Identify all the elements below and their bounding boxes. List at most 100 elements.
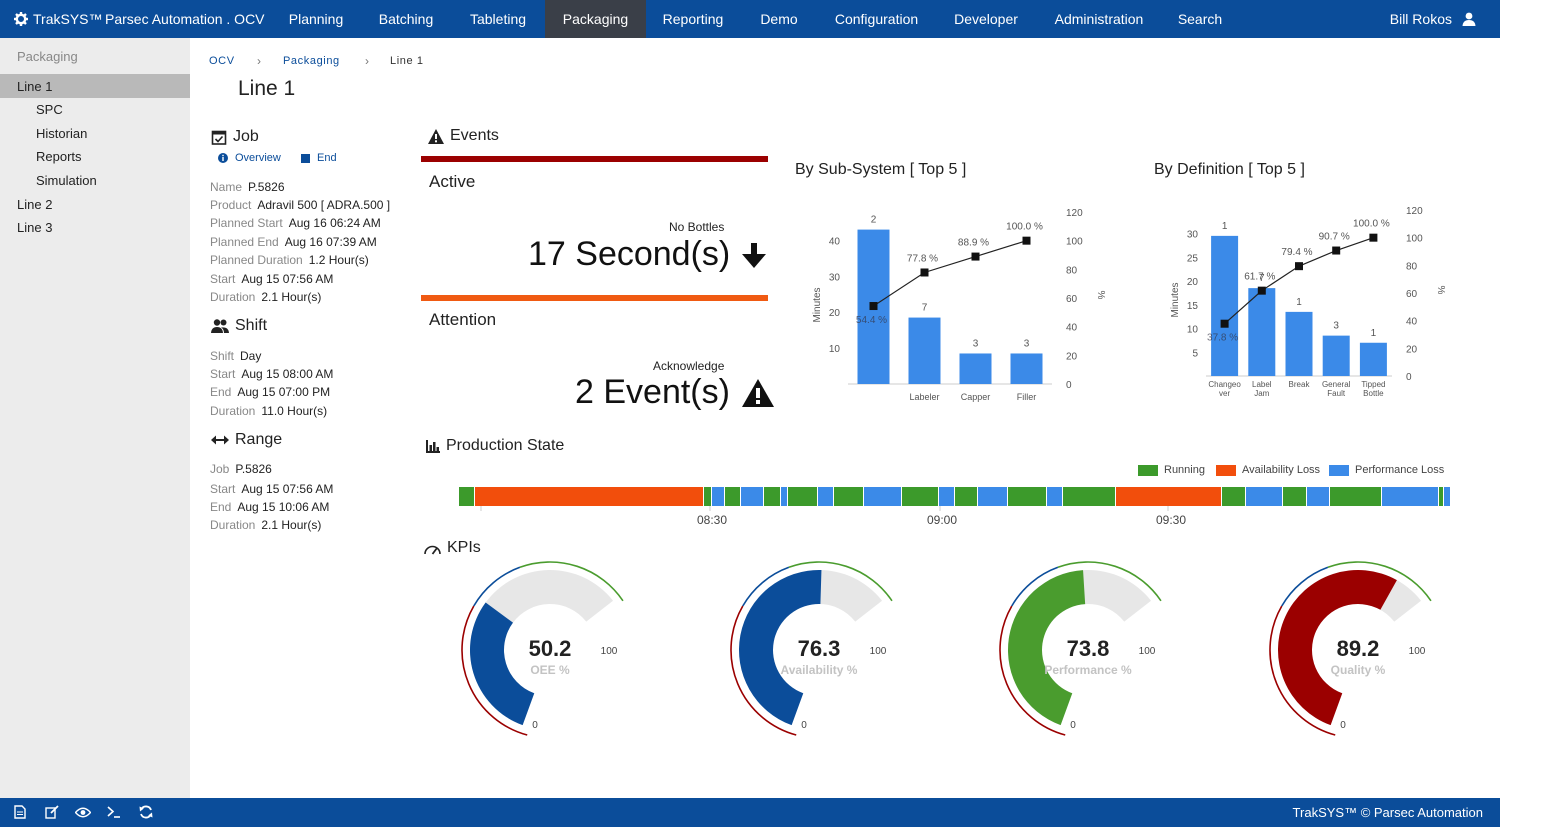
brand-name: TrakSYS™ <box>33 11 103 27</box>
events-title: Events <box>428 127 499 145</box>
acknowledge-link[interactable]: Acknowledge <box>653 359 724 373</box>
sidebar-item-reports[interactable]: Reports <box>0 144 190 168</box>
y-tick-label: 15 <box>1187 301 1199 312</box>
nav-reporting[interactable]: Reporting <box>650 0 736 38</box>
attention-event-count[interactable]: 2 Event(s) <box>575 373 774 412</box>
field-value: Aug 15 07:00 PM <box>237 385 331 399</box>
sidebar-item-historian[interactable]: Historian <box>0 121 190 145</box>
site-name[interactable]: Parsec Automation . OCV <box>105 0 265 38</box>
legend-swatch <box>1329 464 1349 476</box>
timeline-segment <box>1008 487 1046 506</box>
cumulative-point <box>920 268 929 277</box>
timeline-segment <box>1330 487 1381 506</box>
job-name: Name P.5826 <box>210 180 285 194</box>
y-tick-label: 25 <box>1187 253 1199 264</box>
field-value: 11.0 Hour(s) <box>261 404 328 418</box>
field-value: P.5826 <box>248 180 285 194</box>
y2-tick-label: 120 <box>1066 208 1083 219</box>
calendar-check-icon <box>211 130 227 145</box>
cumulative-point <box>1220 319 1229 328</box>
events-title-label: Events <box>450 127 499 144</box>
timeline-segment <box>834 487 863 506</box>
y-tick-label: 5 <box>1192 348 1198 359</box>
nav-batching[interactable]: Batching <box>365 0 447 38</box>
nav-search[interactable]: Search <box>1168 0 1232 38</box>
kpi-value: 89.2 <box>1337 636 1380 661</box>
legend-availability-loss: Availability Loss <box>1216 464 1320 476</box>
category-label: Break <box>1289 380 1311 389</box>
y-axis-title: Minutes <box>1170 282 1181 317</box>
edit-icon[interactable] <box>45 805 59 819</box>
breadcrumb-packaging[interactable]: Packaging <box>283 55 340 67</box>
bar-data-label: 1 <box>1371 328 1377 339</box>
field-value: 1.2 Hour(s) <box>308 253 369 267</box>
breadcrumb-ocv[interactable]: OCV <box>209 55 235 67</box>
definition-pareto-chart: 5 10 15 20 25 30 0 20 40 60 80 100 120 Minutes % 1 Chang… <box>1170 206 1446 398</box>
legend-performance-loss: Performance Loss <box>1329 464 1444 476</box>
cumulative-label: 88.9 % <box>958 238 989 249</box>
bar <box>1211 235 1239 376</box>
terminal-icon[interactable] <box>107 806 121 818</box>
legend-label: Performance Loss <box>1355 464 1445 476</box>
arrow-down-icon <box>742 242 767 268</box>
timeline-segment <box>1116 487 1221 506</box>
attention-events-label: Attention <box>429 310 497 329</box>
nav-developer[interactable]: Developer <box>942 0 1030 38</box>
timeline-segment <box>741 487 763 506</box>
sidebar-item-line-2[interactable]: Line 2 <box>0 192 190 216</box>
definition-chart-title: By Definition [ Top 5 ] <box>1154 161 1305 178</box>
category-label: Bottle <box>1363 389 1384 398</box>
category-label: Changeo <box>1208 380 1241 389</box>
legend-label: Availability Loss <box>1242 464 1321 476</box>
job-overview-link[interactable]: Overview <box>218 152 281 164</box>
active-events-label: Active <box>429 172 476 191</box>
production-state-timeline[interactable] <box>459 487 1450 511</box>
user-menu[interactable]: Bill Rokos <box>1390 0 1476 38</box>
y-tick-label: 30 <box>829 272 841 283</box>
category-label: Labeler <box>909 392 939 402</box>
timeline-segment <box>1246 487 1282 506</box>
eye-icon[interactable] <box>75 807 91 818</box>
field-key: End <box>210 500 232 514</box>
active-event-name[interactable]: No Bottles <box>669 220 724 234</box>
refresh-icon[interactable] <box>139 805 153 819</box>
field-key: Planned End <box>210 235 279 249</box>
nav-packaging[interactable]: Packaging <box>545 0 646 38</box>
gear-icon <box>14 12 28 26</box>
nav-planning[interactable]: Planning <box>273 0 359 38</box>
shift-section-title: Shift <box>211 317 267 335</box>
timeline-tick: 09:00 <box>927 513 958 527</box>
category-label: Jam <box>1254 389 1269 398</box>
breadcrumb-separator: › <box>257 54 261 68</box>
cumulative-label: 77.8 % <box>907 253 938 264</box>
nav-administration[interactable]: Administration <box>1042 0 1156 38</box>
nav-configuration[interactable]: Configuration <box>823 0 930 38</box>
field-value: 2.1 Hour(s) <box>261 518 322 532</box>
category-label: ver <box>1219 389 1230 398</box>
sidebar-item-spc[interactable]: SPC <box>0 97 190 121</box>
field-value: Aug 15 10:06 AM <box>237 500 330 514</box>
job-title: Job <box>233 128 259 145</box>
kpis-label: KPIs <box>447 539 481 556</box>
y2-tick-label: 20 <box>1066 351 1078 362</box>
kpi-label: OEE % <box>530 663 570 677</box>
active-event-duration[interactable]: 17 Second(s) <box>528 235 768 274</box>
y2-tick-label: 60 <box>1066 294 1078 305</box>
document-icon[interactable] <box>14 805 26 819</box>
job-section-title: Job <box>211 128 259 146</box>
sidebar-item-line-3[interactable]: Line 3 <box>0 215 190 239</box>
brand[interactable]: TrakSYS™ <box>14 0 103 38</box>
field-key: End <box>210 385 232 399</box>
nav-tableting[interactable]: Tableting <box>455 0 541 38</box>
subsystem-chart-title: By Sub-System [ Top 5 ] <box>795 161 967 178</box>
kpi-label: Quality % <box>1331 663 1386 677</box>
nav-demo[interactable]: Demo <box>744 0 814 38</box>
footer-bar: TrakSYS™ © Parsec Automation <box>0 798 1500 827</box>
timeline-segment <box>818 487 833 506</box>
cumulative-point <box>971 252 980 261</box>
page-title: Line 1 <box>238 77 296 100</box>
job-end-link[interactable]: End <box>301 152 337 164</box>
sidebar-item-line-1[interactable]: Line 1 <box>0 74 190 98</box>
timeline-tick: 08:30 <box>697 513 728 527</box>
sidebar-item-simulation[interactable]: Simulation <box>0 168 190 192</box>
